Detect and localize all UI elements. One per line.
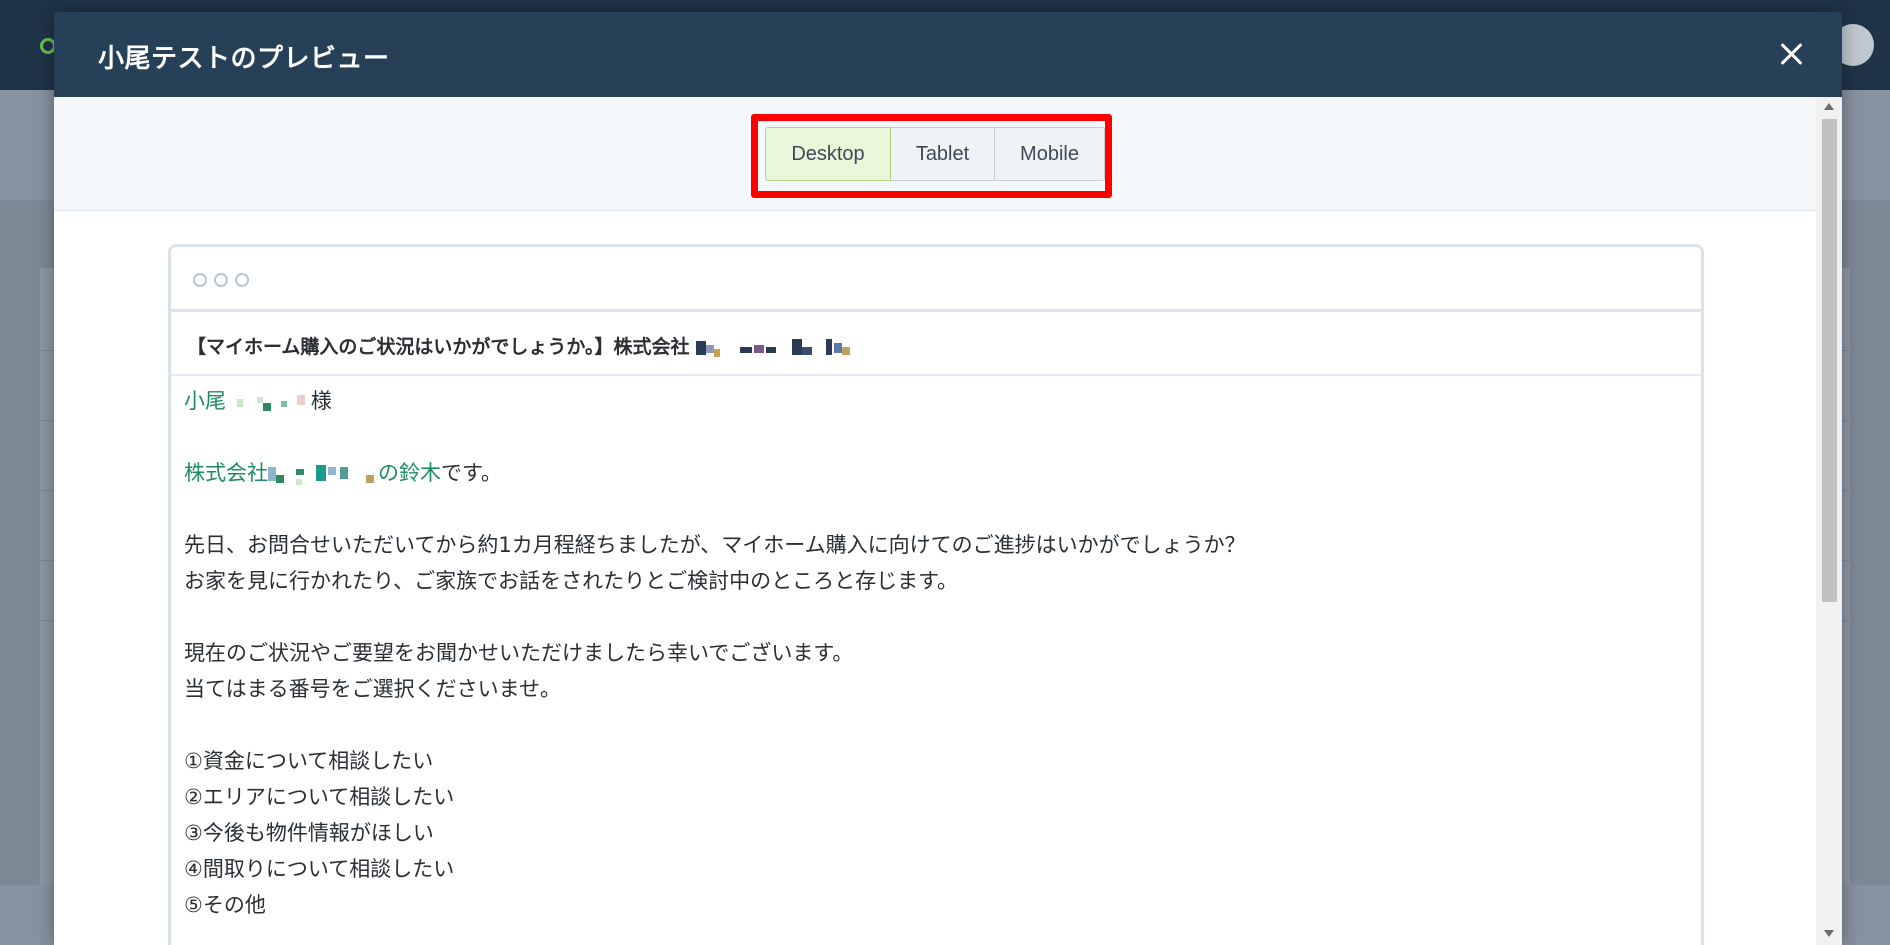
window-dot-icon	[193, 273, 207, 287]
email-subject: 【マイホーム購入のご状況はいかがでしょうか。】株式会社	[187, 332, 886, 359]
device-toggle-group: Desktop Tablet Mobile	[765, 127, 1105, 183]
option-item: ③今後も物件情報がほしい	[184, 821, 434, 845]
modal-header: 小尾テストのプレビュー	[54, 12, 1842, 97]
sender-joiner: の	[378, 461, 399, 485]
email-body: 小尾 様 株式会社 の鈴木です。 先日、お問合せいただいてから約1カ月程経ちまし…	[184, 383, 1674, 923]
modal-scrollbar[interactable]	[1816, 97, 1842, 945]
browser-chrome	[171, 247, 1701, 312]
email-subject-text: 【マイホーム購入のご状況はいかがでしょうか。】株式会社	[187, 336, 690, 358]
option-item: ④間取りについて相談したい	[184, 857, 455, 881]
scroll-up-arrow-icon[interactable]	[1824, 103, 1834, 110]
greeting-line: 小尾 様	[184, 383, 1674, 419]
redacted-sender-company	[268, 463, 378, 485]
company-prefix: 株式会社	[184, 461, 268, 485]
sender-suffix: です。	[441, 461, 502, 485]
sender-name: 鈴木	[399, 461, 441, 485]
sender-line: 株式会社 の鈴木です。	[184, 455, 1674, 491]
redacted-company-name	[696, 337, 886, 359]
option-item: ⑤その他	[184, 893, 266, 917]
email-subject-row: 【マイホーム購入のご状況はいかがでしょうか。】株式会社	[171, 312, 1701, 376]
scrollbar-thumb[interactable]	[1822, 119, 1837, 602]
modal-title: 小尾テストのプレビュー	[98, 44, 390, 74]
paragraph-line: 先日、お問合せいただいてから約1カ月程経ちましたが、マイホーム購入に向けてのご進…	[184, 533, 1246, 557]
paragraph-line: 現在のご状況やご要望をお聞かせいただけましたら幸いでございます。	[184, 641, 854, 665]
scroll-down-arrow-icon[interactable]	[1824, 930, 1834, 937]
tablet-tab-button[interactable]: Tablet	[891, 127, 995, 181]
paragraph-line: 当てはまる番号をご選択くださいませ。	[184, 677, 561, 701]
preview-modal: 小尾テストのプレビュー Desktop Tablet Mobile 【マイホーム…	[54, 12, 1842, 945]
close-icon[interactable]	[1776, 39, 1806, 69]
mobile-tab-button[interactable]: Mobile	[995, 127, 1105, 181]
option-item: ②エリアについて相談したい	[184, 785, 455, 809]
honorific: 様	[310, 389, 332, 413]
recipient-name: 小尾	[184, 389, 226, 413]
paragraph-line: お家を見に行かれたり、ご家族でお話をされたりとご検討中のところと存じます。	[184, 569, 959, 593]
device-toolbar: Desktop Tablet Mobile	[54, 97, 1816, 211]
window-dot-icon	[235, 273, 249, 287]
redacted-recipient-name	[233, 391, 311, 413]
option-item: ①資金について相談したい	[184, 749, 434, 773]
window-dot-icon	[214, 273, 228, 287]
desktop-tab-button[interactable]: Desktop	[765, 127, 891, 181]
